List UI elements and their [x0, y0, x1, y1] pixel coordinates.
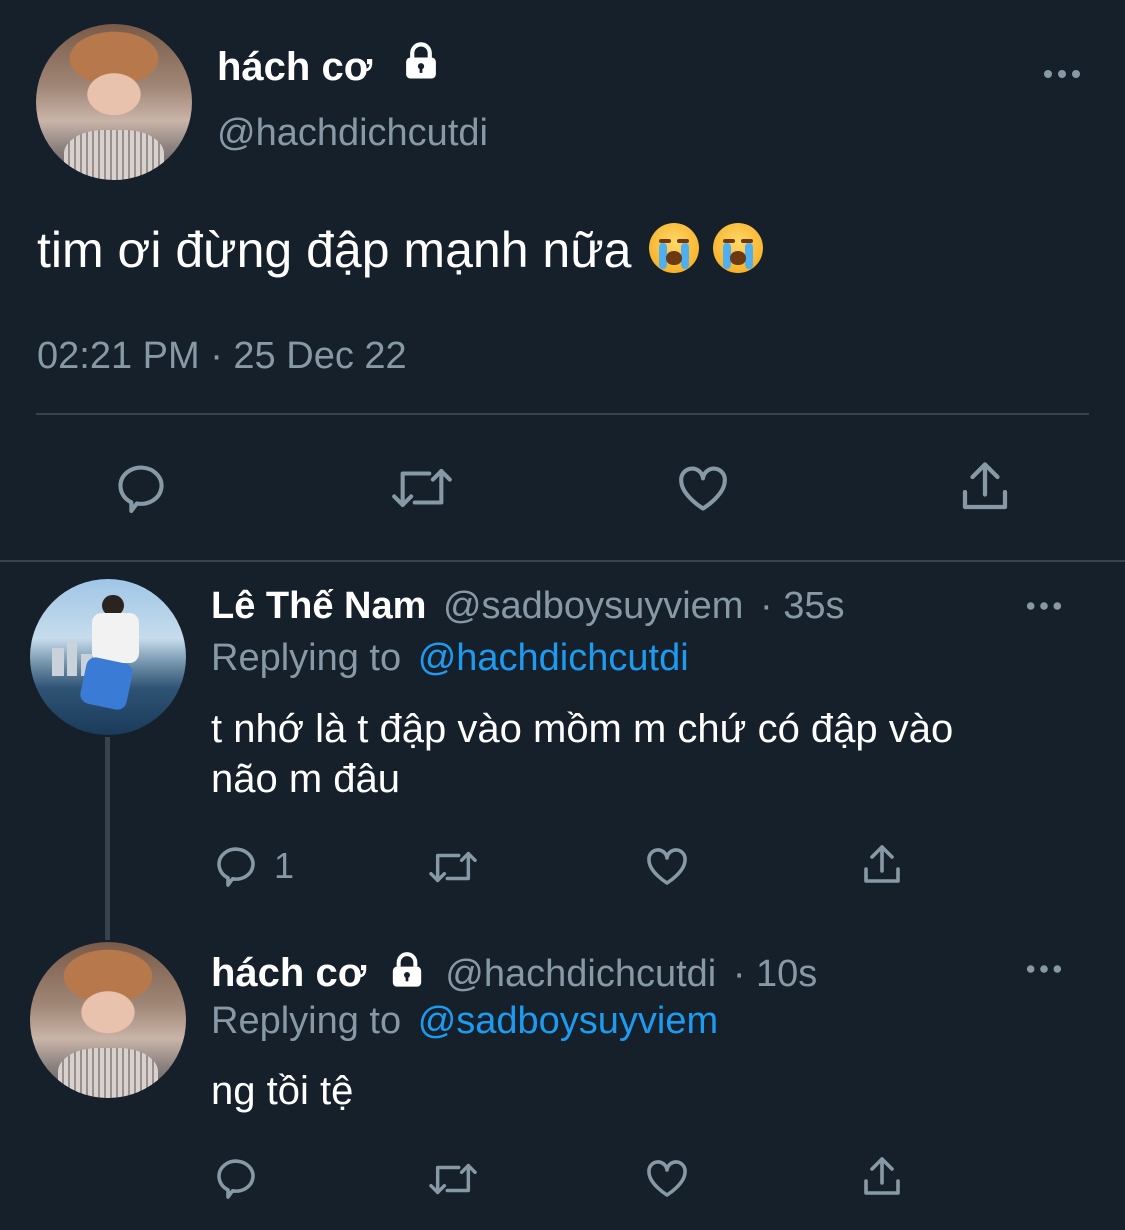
replying-to-label: Replying to	[211, 1000, 402, 1042]
reply-header: Lê Thế Nam @sadboysuyviem · 35s	[211, 584, 844, 628]
thread-line	[105, 737, 110, 940]
reply-icon	[212, 842, 260, 890]
like-icon[interactable]	[673, 459, 733, 517]
user-handle[interactable]: @hachdichcutdi	[217, 110, 488, 156]
crying-face-emoji	[649, 223, 700, 273]
retweet-icon[interactable]	[425, 844, 481, 890]
more-options-icon[interactable]	[1025, 596, 1063, 616]
share-icon[interactable]	[858, 1152, 906, 1202]
reply-text-line: t nhớ là t đập vào mồm m chứ có đập vào	[211, 707, 954, 751]
crying-face-emoji	[713, 223, 764, 273]
lock-icon	[387, 950, 427, 990]
reply-time[interactable]: · 10s	[733, 953, 817, 995]
replying-to-handle[interactable]: @sadboysuyviem	[418, 1000, 718, 1042]
avatar[interactable]	[36, 24, 192, 180]
reply-icon[interactable]	[212, 1154, 260, 1202]
like-icon[interactable]	[643, 1154, 691, 1202]
reply-count: 1	[274, 845, 295, 886]
replying-to-label: Replying to	[211, 637, 402, 679]
more-options-icon[interactable]	[1025, 959, 1063, 979]
lock-icon	[400, 40, 442, 82]
share-icon[interactable]	[858, 840, 906, 890]
retweet-icon[interactable]	[425, 1156, 481, 1202]
tweet-text: tim ơi đừng đập mạnh nữa	[37, 222, 764, 278]
tweet-text-content: tim ơi đừng đập mạnh nữa	[37, 222, 632, 278]
user-handle[interactable]: @sadboysuyviem	[443, 585, 743, 627]
divider	[36, 413, 1089, 415]
retweet-icon[interactable]	[388, 459, 456, 517]
reply-header: hách cơ @hachdichcutdi · 10s	[211, 950, 817, 996]
reply-button[interactable]: 1	[212, 842, 294, 890]
like-icon[interactable]	[643, 842, 691, 890]
replying-to: Replying to @sadboysuyviem	[211, 999, 718, 1043]
more-options-icon[interactable]	[1042, 64, 1082, 84]
display-name[interactable]: hách cơ	[211, 951, 366, 995]
replying-to: Replying to @hachdichcutdi	[211, 636, 689, 680]
user-handle[interactable]: @hachdichcutdi	[445, 953, 716, 995]
replying-to-handle[interactable]: @hachdichcutdi	[418, 637, 689, 679]
reply-icon[interactable]	[112, 459, 170, 517]
reply-text: ng tồi tệ	[211, 1069, 354, 1113]
reply-text: t nhớ là t đập vào mồm m chứ có đập vào …	[211, 704, 953, 804]
reply-text-line: não m đâu	[211, 757, 401, 801]
avatar[interactable]	[30, 942, 186, 1098]
avatar[interactable]	[30, 579, 186, 735]
tweet-timestamp[interactable]: 02:21 PM · 25 Dec 22	[37, 334, 407, 378]
share-icon[interactable]	[955, 457, 1015, 517]
display-name[interactable]: hách cơ	[217, 44, 372, 90]
display-name[interactable]: Lê Thế Nam	[211, 585, 426, 627]
section-divider	[0, 560, 1125, 562]
reply-time[interactable]: · 35s	[760, 585, 844, 627]
